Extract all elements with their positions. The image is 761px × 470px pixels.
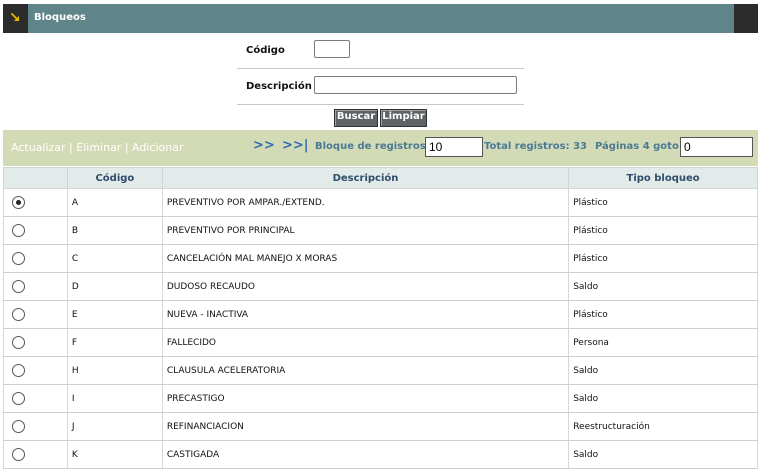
cell-tipo: Saldo bbox=[568, 272, 758, 301]
cell-codigo: E bbox=[67, 300, 163, 329]
adicionar-link[interactable]: Adicionar bbox=[132, 141, 183, 154]
cell-descripcion: PRECASTIGO bbox=[162, 384, 570, 413]
table-header-row: Código Descripción Tipo bloqueo bbox=[3, 167, 758, 189]
cell-codigo: H bbox=[67, 356, 163, 385]
radio-button[interactable] bbox=[12, 420, 25, 433]
header-tipo-bloqueo[interactable]: Tipo bloqueo bbox=[568, 167, 758, 189]
actualizar-link[interactable]: Actualizar bbox=[11, 141, 66, 154]
separator: | bbox=[121, 141, 133, 154]
next-page-link[interactable]: >> bbox=[253, 138, 275, 153]
paginas-label: Páginas 4 goto: bbox=[595, 141, 683, 152]
radio-button[interactable] bbox=[12, 280, 25, 293]
cell-tipo: Plástico bbox=[568, 244, 758, 273]
cell-descripcion: CLAUSULA ACELERATORIA bbox=[162, 356, 570, 385]
cell-descripcion: PREVENTIVO POR AMPAR./EXTEND. bbox=[162, 188, 570, 217]
cell-tipo: Plástico bbox=[568, 188, 758, 217]
row-select[interactable] bbox=[3, 384, 68, 413]
row-select[interactable] bbox=[3, 412, 68, 441]
bloque-input[interactable] bbox=[425, 137, 483, 157]
radio-button[interactable] bbox=[12, 196, 25, 209]
goto-input[interactable] bbox=[680, 137, 753, 157]
cell-descripcion: REFINANCIACION bbox=[162, 412, 570, 441]
codigo-row: Código bbox=[237, 34, 524, 69]
cell-descripcion: CASTIGADA bbox=[162, 440, 570, 469]
descripcion-input[interactable] bbox=[314, 76, 517, 94]
cell-codigo: F bbox=[67, 328, 163, 357]
table-row[interactable]: F FALLECIDO Persona bbox=[3, 328, 758, 357]
radio-button[interactable] bbox=[12, 252, 25, 265]
eliminar-link[interactable]: Eliminar bbox=[76, 141, 121, 154]
separator: | bbox=[65, 141, 77, 154]
total-label: Total registros: bbox=[484, 141, 570, 152]
row-select[interactable] bbox=[3, 272, 68, 301]
table-row[interactable]: D DUDOSO RECAUDO Saldo bbox=[3, 272, 758, 301]
total-registros: Total registros: 33 bbox=[484, 141, 587, 152]
descripcion-row: Descripción bbox=[237, 69, 524, 105]
radio-button[interactable] bbox=[12, 224, 25, 237]
header-select bbox=[3, 167, 68, 189]
row-select[interactable] bbox=[3, 188, 68, 217]
table-row[interactable]: E NUEVA - INACTIVA Plástico bbox=[3, 300, 758, 329]
cell-descripcion: PREVENTIVO POR PRINCIPAL bbox=[162, 216, 570, 245]
arrow-down-right-icon: ↘ bbox=[9, 10, 21, 26]
radio-button[interactable] bbox=[12, 336, 25, 349]
cell-codigo: A bbox=[67, 188, 163, 217]
row-select[interactable] bbox=[3, 244, 68, 273]
cell-codigo: B bbox=[67, 216, 163, 245]
cell-descripcion: NUEVA - INACTIVA bbox=[162, 300, 570, 329]
window-icon-box: ↘ bbox=[3, 4, 28, 33]
table-row[interactable]: J REFINANCIACION Reestructuración bbox=[3, 412, 758, 441]
descripcion-label: Descripción bbox=[246, 81, 312, 92]
table-row[interactable]: K CASTIGADA Saldo bbox=[3, 440, 758, 469]
row-select[interactable] bbox=[3, 300, 68, 329]
table-row[interactable]: B PREVENTIVO POR PRINCIPAL Plástico bbox=[3, 216, 758, 245]
cell-tipo: Persona bbox=[568, 328, 758, 357]
page-title: Bloqueos bbox=[34, 12, 86, 23]
radio-button[interactable] bbox=[12, 364, 25, 377]
table-row[interactable]: H CLAUSULA ACELERATORIA Saldo bbox=[3, 356, 758, 385]
cell-descripcion: FALLECIDO bbox=[162, 328, 570, 357]
cell-tipo: Saldo bbox=[568, 384, 758, 413]
table-row[interactable]: A PREVENTIVO POR AMPAR./EXTEND. Plástico bbox=[3, 188, 758, 217]
cell-tipo: Saldo bbox=[568, 356, 758, 385]
bloque-label: Bloque de registros: bbox=[315, 141, 430, 152]
records-toolbar: Actualizar | Eliminar | Adicionar >> >>|… bbox=[3, 130, 758, 166]
codigo-label: Código bbox=[246, 45, 285, 56]
row-select[interactable] bbox=[3, 440, 68, 469]
table-row[interactable]: C CANCELACIÓN MAL MANEJO X MORAS Plástico bbox=[3, 244, 758, 273]
total-value: 33 bbox=[573, 141, 587, 152]
header-descripcion[interactable]: Descripción bbox=[161, 167, 570, 189]
cell-codigo: J bbox=[67, 412, 163, 441]
row-select[interactable] bbox=[3, 216, 68, 245]
cell-tipo: Reestructuración bbox=[568, 412, 758, 441]
row-select[interactable] bbox=[3, 328, 68, 357]
codigo-input[interactable] bbox=[314, 40, 350, 58]
cell-tipo: Plástico bbox=[568, 216, 758, 245]
cell-tipo: Plástico bbox=[568, 300, 758, 329]
table-body: A PREVENTIVO POR AMPAR./EXTEND. Plástico B P… bbox=[3, 188, 758, 469]
header-codigo[interactable]: Código bbox=[66, 167, 163, 189]
radio-button[interactable] bbox=[12, 308, 25, 321]
last-page-link[interactable]: >>| bbox=[282, 138, 309, 153]
radio-button[interactable] bbox=[12, 392, 25, 405]
title-bar-end bbox=[734, 4, 758, 33]
cell-codigo: C bbox=[67, 244, 163, 273]
limpiar-button[interactable]: Limpiar bbox=[380, 109, 427, 127]
title-bar: ↘ Bloqueos bbox=[3, 4, 758, 33]
cell-tipo: Saldo bbox=[568, 440, 758, 469]
radio-button[interactable] bbox=[12, 448, 25, 461]
bloqueos-table: Código Descripción Tipo bloqueo A PREVENT… bbox=[3, 167, 758, 469]
action-links: Actualizar | Eliminar | Adicionar bbox=[11, 141, 184, 154]
cell-codigo: D bbox=[67, 272, 163, 301]
cell-descripcion: CANCELACIÓN MAL MANEJO X MORAS bbox=[162, 244, 570, 273]
cell-descripcion: DUDOSO RECAUDO bbox=[162, 272, 570, 301]
buscar-button[interactable]: Buscar bbox=[334, 109, 378, 127]
cell-codigo: K bbox=[67, 440, 163, 469]
cell-codigo: I bbox=[67, 384, 163, 413]
table-row[interactable]: I PRECASTIGO Saldo bbox=[3, 384, 758, 413]
row-select[interactable] bbox=[3, 356, 68, 385]
